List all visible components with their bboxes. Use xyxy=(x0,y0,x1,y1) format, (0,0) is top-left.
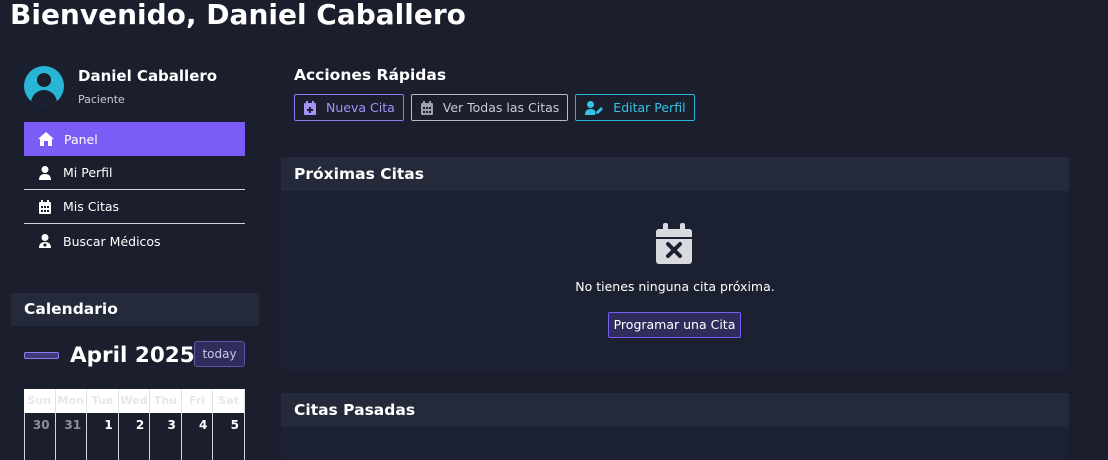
calendar-month: April 2025 xyxy=(70,343,195,368)
weekday-header: Thu xyxy=(150,389,182,413)
button-label: Editar Perfil xyxy=(613,100,686,115)
button-label: Nueva Cita xyxy=(326,100,395,115)
calendar-title: Calendario xyxy=(11,293,259,326)
quick-actions: Nueva Cita Ver Todas las Citas Editar Pe… xyxy=(294,94,695,121)
upcoming-appointments-card: Próximas Citas No tienes ninguna cita pr… xyxy=(281,157,1069,372)
weekday-header: Sun xyxy=(24,389,56,413)
doctor-icon xyxy=(36,234,54,248)
calendar-day[interactable]: 2 xyxy=(119,413,151,460)
calendar-toolbar: April 2025 today xyxy=(24,341,246,371)
profile-name: Daniel Caballero xyxy=(78,67,218,85)
schedule-appointment-button[interactable]: Programar una Cita xyxy=(608,312,741,338)
sidebar-menu: Panel Mi Perfil Mis Citas Buscar Médicos xyxy=(24,122,245,258)
sidebar-item-label: Buscar Médicos xyxy=(63,233,161,249)
sidebar-item-label: Mis Citas xyxy=(63,199,120,214)
weekday-header: Sat xyxy=(213,389,245,413)
view-all-appointments-button[interactable]: Ver Todas las Citas xyxy=(410,94,569,121)
edit-profile-button[interactable]: Editar Perfil xyxy=(575,94,695,121)
calendar-panel: Calendario April 2025 today Sun Mon Tue … xyxy=(11,293,259,460)
upcoming-body: No tienes ninguna cita próxima. Programa… xyxy=(281,191,1069,372)
calendar-day[interactable]: 4 xyxy=(182,413,214,460)
weekday-header: Tue xyxy=(87,389,119,413)
calendar-day[interactable]: 31 xyxy=(56,413,88,460)
calendar-day[interactable]: 1 xyxy=(87,413,119,460)
button-label: Ver Todas las Citas xyxy=(442,100,560,115)
sidebar-item-mi-perfil[interactable]: Mi Perfil xyxy=(24,156,245,190)
past-title: Citas Pasadas xyxy=(281,393,1069,427)
upcoming-title: Próximas Citas xyxy=(281,157,1069,191)
calendar-x-icon xyxy=(655,223,693,265)
profile-summary: Daniel Caballero Paciente xyxy=(24,66,264,108)
weekday-header: Fri xyxy=(181,389,214,413)
past-body xyxy=(281,427,1069,460)
calendar-nav-buttons[interactable] xyxy=(24,352,59,359)
empty-state-message: No tienes ninguna cita próxima. xyxy=(575,279,775,294)
weekday-header-row: Sun Mon Tue Wed Thu Fri Sat xyxy=(24,389,245,413)
new-appointment-button[interactable]: Nueva Cita xyxy=(294,94,404,121)
weekday-header: Wed xyxy=(118,389,151,413)
user-circle-icon xyxy=(24,66,64,106)
calendar-day[interactable]: 3 xyxy=(150,413,182,460)
past-appointments-card: Citas Pasadas xyxy=(281,393,1069,460)
calendar-icon xyxy=(36,199,54,214)
sidebar-item-label: Panel xyxy=(64,131,98,147)
sidebar-item-mis-citas[interactable]: Mis Citas xyxy=(24,190,245,224)
user-edit-icon xyxy=(585,100,604,115)
calendar-grid: Sun Mon Tue Wed Thu Fri Sat 30 31 1 2 3 … xyxy=(24,389,245,460)
home-icon xyxy=(37,132,55,146)
weekday-header: Mon xyxy=(55,389,88,413)
sidebar-item-label: Mi Perfil xyxy=(63,165,113,180)
sidebar-item-buscar-medicos[interactable]: Buscar Médicos xyxy=(24,224,245,258)
user-icon xyxy=(36,165,54,180)
calendar-day[interactable]: 5 xyxy=(213,413,245,460)
quick-actions-title: Acciones Rápidas xyxy=(294,66,447,84)
calendar-icon xyxy=(420,100,433,115)
page-title: Bienvenido, Daniel Caballero xyxy=(10,0,466,31)
sidebar-item-panel[interactable]: Panel xyxy=(24,122,245,156)
calendar-day[interactable]: 30 xyxy=(24,413,56,460)
profile-role: Paciente xyxy=(78,93,125,106)
calendar-plus-icon xyxy=(304,100,316,115)
today-button[interactable]: today xyxy=(194,341,245,367)
calendar-week-row: 30 31 1 2 3 4 5 xyxy=(24,413,245,460)
